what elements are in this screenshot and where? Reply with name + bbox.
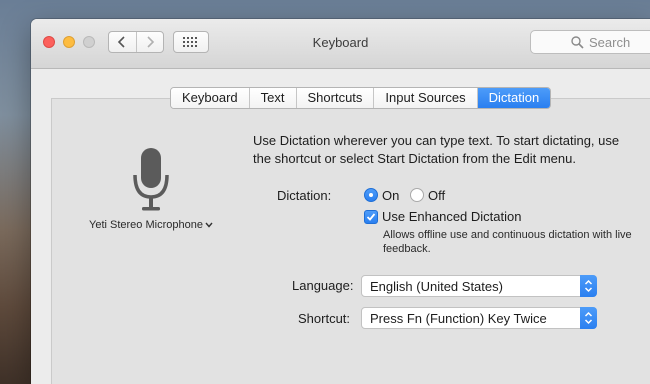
tab-bar: Keyboard Text Shortcuts Input Sources Di… [170, 87, 552, 109]
dictation-off-label: Off [428, 188, 446, 203]
dictation-on-label: On [382, 188, 400, 203]
microphone-selector[interactable]: Yeti Stereo Microphone [89, 219, 213, 231]
enhanced-dictation-note: Allows offline use and continuous dictat… [383, 229, 632, 255]
language-label: Language: [292, 278, 354, 293]
updown-arrows-icon [580, 275, 597, 297]
language-select[interactable]: English (United States) [361, 275, 597, 297]
shortcut-label: Shortcut: [298, 311, 351, 326]
dictation-label: Dictation: [277, 188, 332, 203]
microphone-name: Yeti Stereo Microphone [89, 219, 203, 231]
enhanced-dictation-checkbox[interactable] [364, 210, 378, 224]
tab-dictation[interactable]: Dictation [476, 88, 551, 108]
language-value: English (United States) [370, 279, 503, 294]
tab-keyboard[interactable]: Keyboard [171, 88, 249, 108]
title-bar: Keyboard Search [31, 19, 650, 69]
search-field[interactable]: Search [530, 30, 650, 54]
tab-text[interactable]: Text [248, 88, 296, 108]
shortcut-value: Press Fn (Function) Key Twice [370, 311, 547, 326]
updown-arrows-icon [580, 307, 597, 329]
dictation-on-radio[interactable] [364, 188, 378, 202]
microphone-icon [133, 148, 169, 211]
checkmark-icon [366, 213, 376, 221]
search-icon [571, 36, 584, 49]
enhanced-dictation-label: Use Enhanced Dictation [382, 209, 522, 224]
tab-shortcuts[interactable]: Shortcuts [295, 88, 374, 108]
chevron-down-icon [205, 222, 213, 228]
dictation-description: Use Dictation wherever you can type text… [253, 133, 620, 166]
shortcut-select[interactable]: Press Fn (Function) Key Twice [361, 307, 597, 329]
keyboard-preferences-window: Keyboard Search Keyboard Text Shortcuts … [31, 19, 650, 384]
dictation-off-radio[interactable] [410, 188, 424, 202]
search-placeholder: Search [589, 35, 631, 50]
tab-input-sources[interactable]: Input Sources [373, 88, 477, 108]
